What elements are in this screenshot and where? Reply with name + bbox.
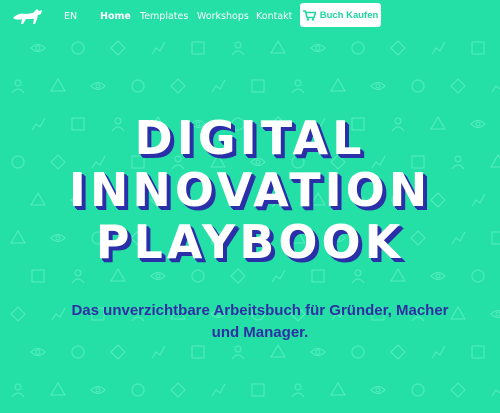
hero-subtitle: Das unverzichtbare Arbeitsbuch für Gründ… bbox=[71, 302, 449, 341]
hero-title-line: DIGITAL bbox=[134, 111, 366, 165]
top-navbar: EN Home Templates Workshops Kontakt Buch… bbox=[0, 0, 500, 34]
hero-title-line: INNOVATION bbox=[68, 163, 432, 217]
nav-item-templates[interactable]: Templates bbox=[140, 11, 188, 22]
nav-item-kontakt[interactable]: Kontakt bbox=[256, 11, 292, 22]
nav-item-home[interactable]: Home bbox=[100, 11, 131, 22]
hero-title: DIGITAL INNOVATION PLAYBOOK bbox=[0, 112, 500, 268]
buy-book-label: Buch Kaufen bbox=[319, 9, 379, 21]
language-switch-link[interactable]: EN bbox=[64, 11, 77, 22]
cart-icon bbox=[302, 9, 316, 21]
horse-icon[interactable] bbox=[11, 6, 47, 26]
nav-item-workshops[interactable]: Workshops bbox=[197, 11, 249, 22]
hero-title-line: PLAYBOOK bbox=[95, 215, 405, 269]
buy-book-button[interactable]: Buch Kaufen bbox=[300, 3, 381, 27]
